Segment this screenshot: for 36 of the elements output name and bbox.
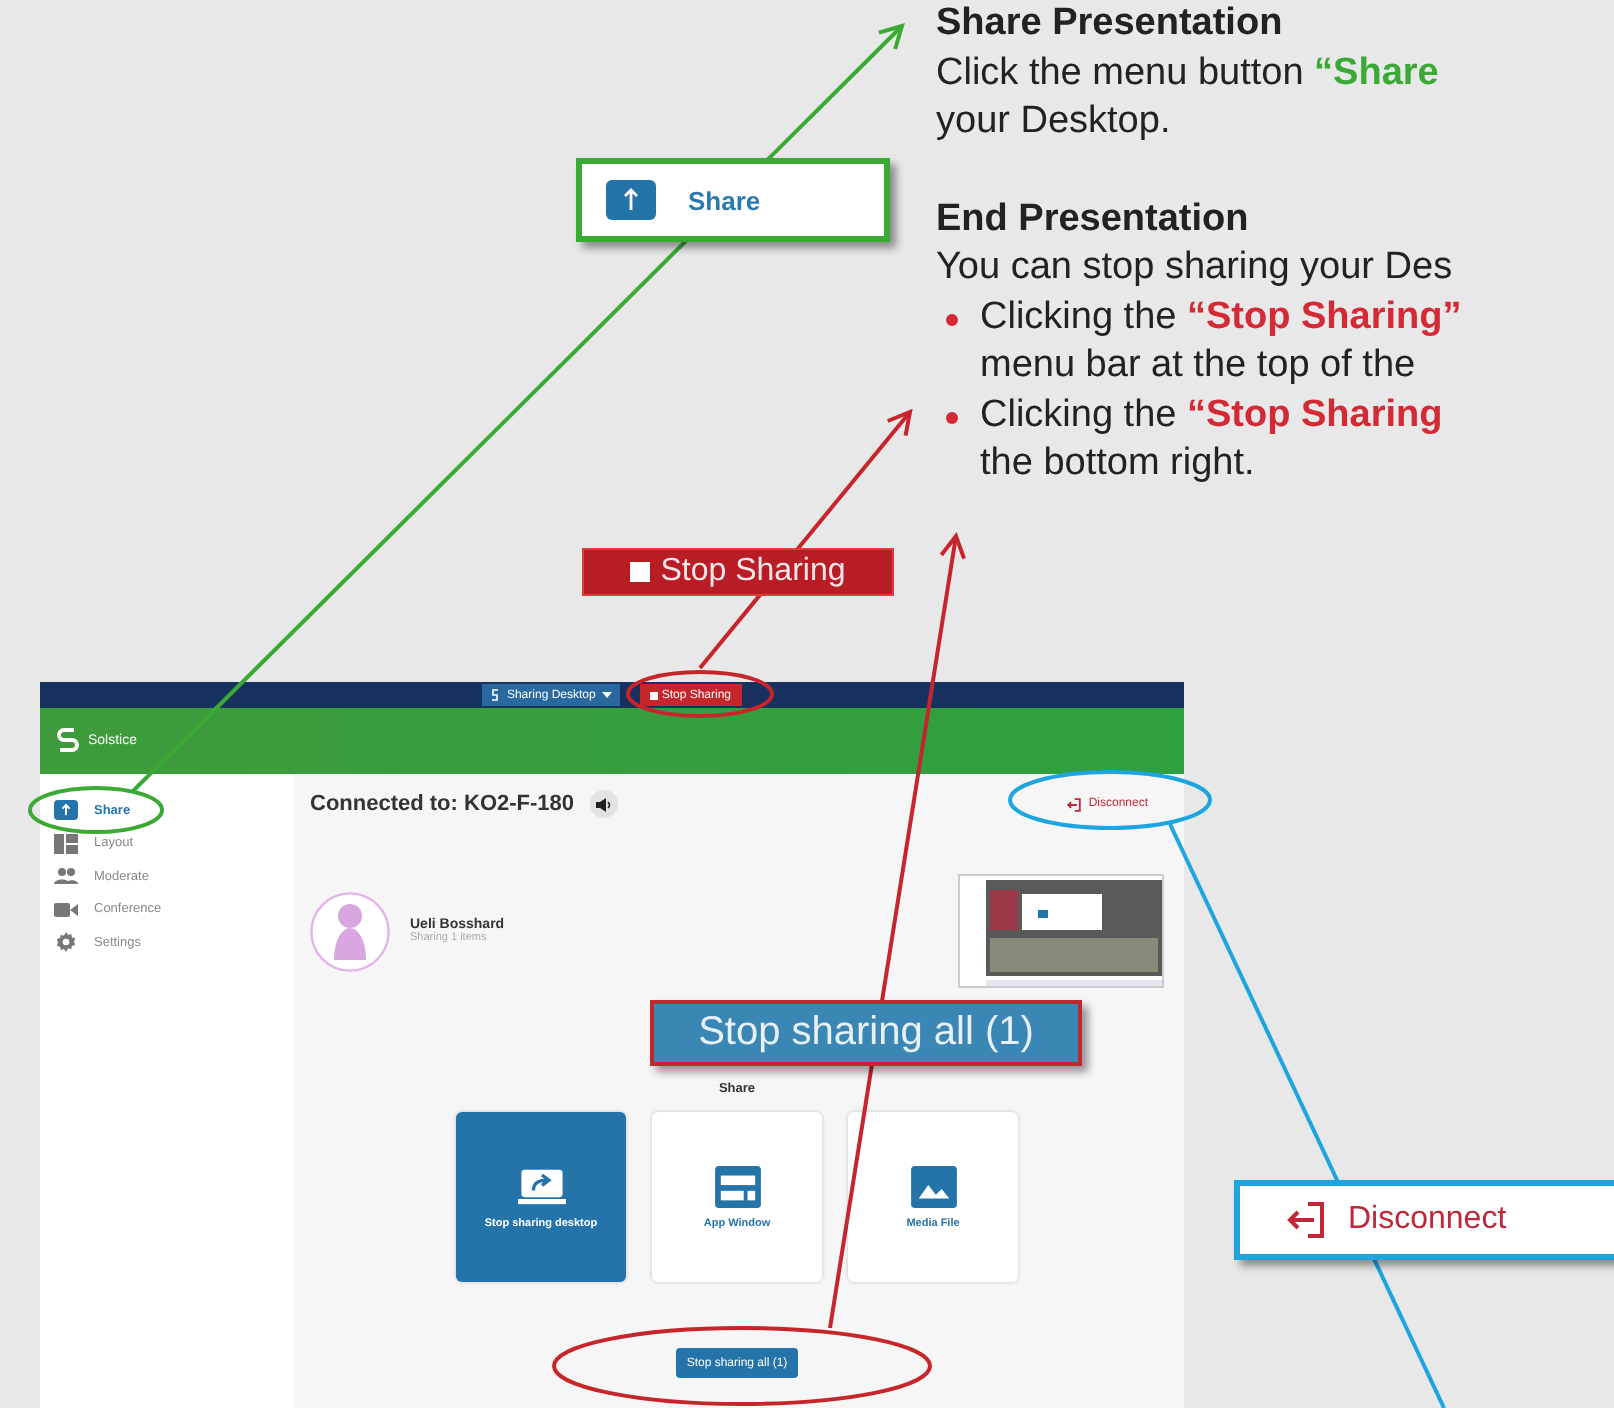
callout-label: Share <box>688 185 761 215</box>
highlight-ellipse <box>28 786 164 834</box>
bullet-text: menu bar at the top of the <box>978 342 1418 390</box>
share-icon <box>606 180 656 220</box>
settings-icon <box>54 932 78 953</box>
laptop-share-icon <box>517 1165 565 1207</box>
instruction-text: You can stop sharing your Des <box>936 244 1455 292</box>
section-heading: Share Presentation <box>936 0 1285 48</box>
logo-icon <box>490 688 501 702</box>
image-icon <box>909 1165 957 1207</box>
avatar-silhouette <box>310 891 390 971</box>
logo-icon <box>56 725 80 757</box>
callout-label: Stop Sharing <box>660 554 846 590</box>
stop-square-icon <box>649 691 658 699</box>
instruction-text: your Desktop. <box>936 98 1173 146</box>
exit-door-icon <box>1284 1202 1328 1238</box>
share-icon <box>54 800 78 821</box>
section-heading: End Presentation <box>936 195 1251 243</box>
instruction-text: Click the menu button “Share <box>936 49 1441 97</box>
stop-square-icon <box>630 562 651 582</box>
speaker-icon <box>596 797 613 811</box>
callout-label: Disconnect <box>1348 1202 1507 1238</box>
exit-door-icon <box>1066 797 1083 811</box>
app-window-icon <box>713 1165 761 1207</box>
video-camera-icon <box>54 899 78 920</box>
connection-title: Connected to: KO2-F-180 <box>310 792 575 816</box>
people-icon <box>54 866 78 887</box>
speaker-button[interactable] <box>590 790 619 818</box>
bullet-dot <box>946 313 958 325</box>
bullet-text: Clicking the “Stop Sharing <box>980 393 1443 435</box>
stop-sharing-all-callout: Stop sharing all (1) <box>650 1000 1082 1066</box>
bullet-dot <box>946 411 958 423</box>
caret-icon <box>601 692 612 698</box>
layout-grid-icon <box>54 833 78 854</box>
bullet-text: the bottom right. <box>978 440 1257 488</box>
bullet-text: Clicking the “Stop Sharing” <box>980 295 1462 337</box>
